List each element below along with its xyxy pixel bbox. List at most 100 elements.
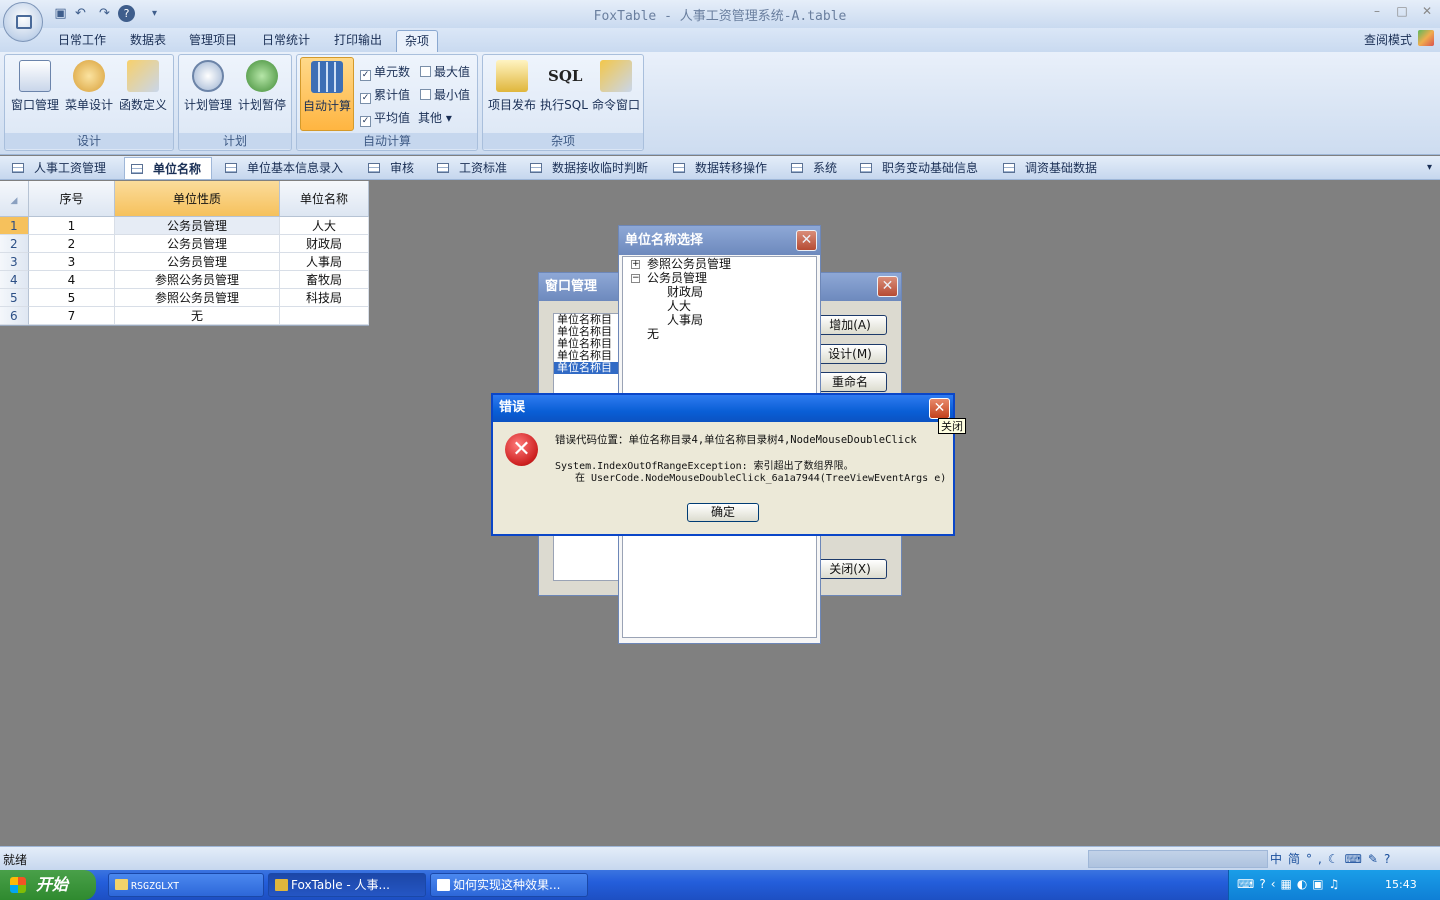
sheet-tab-system[interactable]: 系统 (791, 157, 837, 179)
expand-icon[interactable]: + (631, 260, 640, 269)
tree-node[interactable]: 公务员管理 (647, 271, 707, 285)
close-icon[interactable]: ✕ (796, 230, 817, 251)
close-icon[interactable]: ✕ (877, 276, 898, 297)
grid-corner[interactable]: ◢ (0, 181, 29, 217)
publish-button[interactable]: 项目发布 (485, 57, 539, 131)
sheet-tab-unit-name[interactable]: 单位名称 (124, 157, 213, 179)
check-cell-count[interactable]: ✓ 单元数 (360, 63, 410, 81)
cell-type[interactable]: 公务员管理 (115, 217, 280, 235)
design-button[interactable]: 设计(M) (813, 344, 887, 364)
taskbar-item-folder[interactable]: RSGZGLXT (108, 873, 264, 897)
save-icon[interactable]: ▣ (52, 5, 69, 22)
table-row[interactable]: 5 5 参照公务员管理 科技局 (0, 289, 369, 307)
sheet-tab-data-receive[interactable]: 数据接收临时判断 (530, 157, 648, 179)
cell-name[interactable]: 人事局 (280, 253, 369, 271)
data-grid[interactable]: ◢ 序号 单位性质 单位名称 1 1 公务员管理 人大 2 2 公务员管理 财政… (0, 181, 369, 326)
taskbar-item-browser[interactable]: 如何实现这种效果... (430, 873, 588, 897)
cell-seq[interactable]: 3 (29, 253, 115, 271)
table-row[interactable]: 4 4 参照公务员管理 畜牧局 (0, 271, 369, 289)
function-define-button[interactable]: 函数定义 (116, 57, 170, 131)
sheet-tab-salary-adjust[interactable]: 调资基础数据 (1003, 157, 1097, 179)
column-header-name[interactable]: 单位名称 (280, 181, 369, 217)
row-number[interactable]: 1 (0, 217, 29, 235)
cell-name[interactable]: 科技局 (280, 289, 369, 307)
qat-dropdown-icon[interactable]: ▾ (146, 5, 163, 22)
app-menu-button[interactable] (3, 2, 43, 42)
collapse-icon[interactable]: − (631, 274, 640, 283)
tab-statistics[interactable]: 日常统计 (254, 30, 318, 52)
cell-name[interactable]: 人大 (280, 217, 369, 235)
help-icon[interactable]: ? (118, 5, 135, 22)
start-button[interactable]: 开始 (0, 870, 96, 900)
cell-name[interactable] (280, 307, 369, 325)
undo-icon[interactable]: ↶ (72, 5, 89, 22)
cell-type[interactable]: 公务员管理 (115, 235, 280, 253)
column-header-type[interactable]: 单位性质 (115, 181, 280, 217)
cell-type[interactable]: 参照公务员管理 (115, 271, 280, 289)
cell-name[interactable]: 畜牧局 (280, 271, 369, 289)
ime-toolbar[interactable]: 中简°,☾⌨✎? (1270, 850, 1438, 868)
tab-daily-work[interactable]: 日常工作 (50, 30, 114, 52)
command-window-button[interactable]: 命令窗口 (589, 57, 643, 131)
row-number[interactable]: 4 (0, 271, 29, 289)
sheet-tab-review[interactable]: 审核 (368, 157, 414, 179)
cell-seq[interactable]: 7 (29, 307, 115, 325)
plan-pause-button[interactable]: 计划暂停 (235, 57, 289, 131)
maximize-button[interactable]: □ (1391, 4, 1413, 22)
tree-node[interactable]: 参照公务员管理 (647, 257, 731, 271)
row-number[interactable]: 3 (0, 253, 29, 271)
row-number[interactable]: 6 (0, 307, 29, 325)
tabs-overflow-icon[interactable]: ▾ (1427, 157, 1432, 179)
sheet-tab-salary-standard[interactable]: 工资标准 (437, 157, 507, 179)
window-close-button[interactable]: ✕ (1416, 4, 1438, 22)
sheet-tab-data-transfer[interactable]: 数据转移操作 (673, 157, 767, 179)
cell-type[interactable]: 无 (115, 307, 280, 325)
table-row[interactable]: 1 1 公务员管理 人大 (0, 217, 369, 235)
rename-button[interactable]: 重命名 (813, 372, 887, 392)
tree-node[interactable]: 无 (647, 327, 659, 341)
tab-print[interactable]: 打印输出 (326, 30, 390, 52)
tab-misc[interactable]: 杂项 (396, 30, 438, 52)
view-mode-icon[interactable] (1418, 30, 1434, 46)
cell-name[interactable]: 财政局 (280, 235, 369, 253)
table-row[interactable]: 6 7 无 (0, 307, 369, 325)
ok-button[interactable]: 确定 (687, 503, 759, 522)
list-item-selected[interactable]: 单位名称目 (554, 362, 618, 374)
clock[interactable]: 15:43 (1385, 878, 1417, 891)
other-dropdown[interactable]: 其他 ▾ (418, 109, 452, 126)
plan-manage-button[interactable]: 计划管理 (181, 57, 235, 131)
redo-icon[interactable]: ↷ (96, 5, 113, 22)
table-row[interactable]: 2 2 公务员管理 财政局 (0, 235, 369, 253)
cell-type[interactable]: 公务员管理 (115, 253, 280, 271)
taskbar-item-foxtable[interactable]: FoxTable - 人事... (268, 873, 426, 897)
tray-icons[interactable]: ⌨?‹▦◐▣♫ (1237, 877, 1344, 891)
tree-node[interactable]: 人事局 (667, 313, 703, 327)
tab-projects[interactable]: 管理项目 (182, 30, 244, 52)
check-sum[interactable]: ✓ 累计值 (360, 86, 410, 104)
execute-sql-button[interactable]: SQL 执行SQL (537, 57, 591, 131)
window-manager-button[interactable]: 窗口管理 (8, 57, 62, 131)
cell-seq[interactable]: 4 (29, 271, 115, 289)
row-number[interactable]: 5 (0, 289, 29, 307)
cell-seq[interactable]: 1 (29, 217, 115, 235)
tree-node[interactable]: 财政局 (667, 285, 703, 299)
column-header-seq[interactable]: 序号 (29, 181, 115, 217)
minimize-button[interactable]: – (1366, 4, 1388, 22)
check-average[interactable]: ✓ 平均值 (360, 109, 410, 127)
sheet-tab-salary[interactable]: 人事工资管理 (12, 157, 106, 179)
tree-node[interactable]: 人大 (667, 299, 691, 313)
menu-design-button[interactable]: 菜单设计 (62, 57, 116, 131)
check-min[interactable]: 最小值 (420, 86, 470, 103)
cell-seq[interactable]: 2 (29, 235, 115, 253)
view-mode-label[interactable]: 查阅模式 (1364, 31, 1412, 48)
close-button[interactable]: 关闭(X) (813, 559, 887, 579)
cell-seq[interactable]: 5 (29, 289, 115, 307)
add-button[interactable]: 增加(A) (813, 315, 887, 335)
row-number[interactable]: 2 (0, 235, 29, 253)
auto-calc-button[interactable]: 自动计算 (300, 57, 354, 131)
tab-tables[interactable]: 数据表 (122, 30, 174, 52)
cell-type[interactable]: 参照公务员管理 (115, 289, 280, 307)
error-close-button[interactable]: ✕ (929, 398, 950, 419)
sheet-tab-job-change[interactable]: 职务变动基础信息 (860, 157, 978, 179)
sheet-tab-unit-info[interactable]: 单位基本信息录入 (225, 157, 343, 179)
